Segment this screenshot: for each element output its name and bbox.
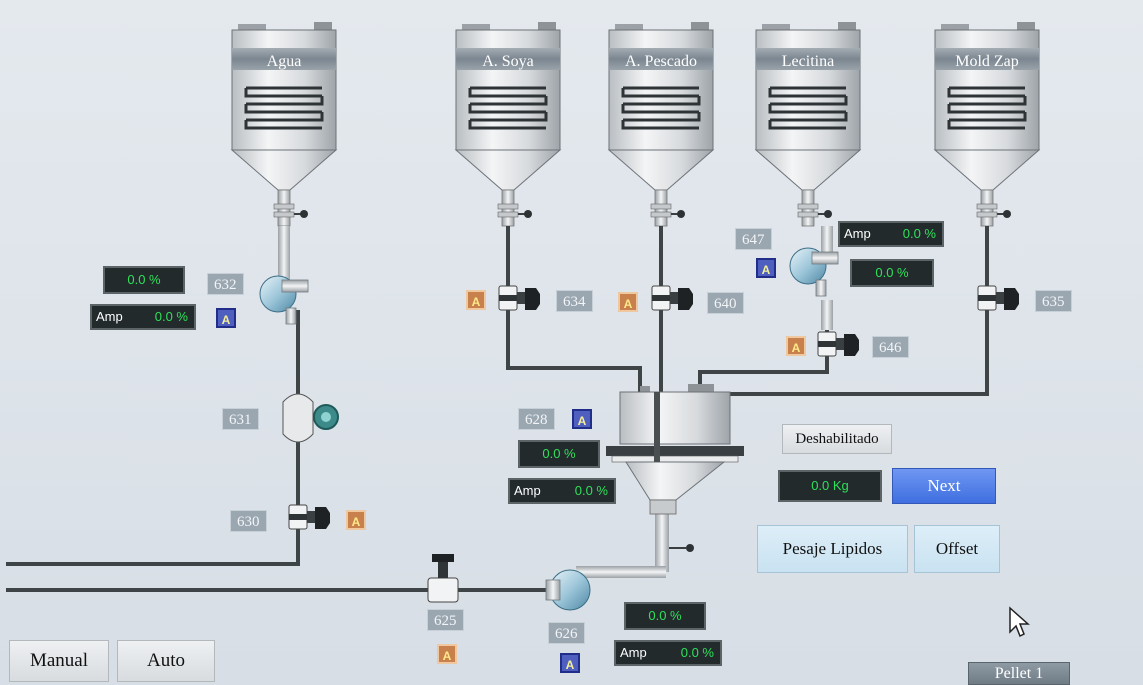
amp-value: 0.0 % — [574, 483, 608, 498]
amp-value: 0.0 % — [680, 645, 714, 660]
tank-pescado-label: A. Pescado — [625, 53, 697, 70]
mode-indicator-628[interactable]: A — [572, 409, 592, 429]
manual-valve-lecitina[interactable] — [797, 189, 833, 227]
tag-640: 640 — [707, 292, 744, 314]
tank-lecitina — [754, 20, 862, 192]
mode-indicator-626[interactable]: A — [560, 653, 580, 673]
speed-display-628: 0.0 % — [518, 440, 600, 468]
speed-display-626: 0.0 % — [624, 602, 706, 630]
valve-630[interactable] — [288, 504, 331, 530]
process-diagram: Agua A. Soya A. Pescado Lecitina Mold Za… — [6, 20, 1041, 611]
tag-626: 626 — [548, 622, 585, 644]
tank-soya-label: A. Soya — [482, 53, 534, 70]
amp-display-626: Amp 0.0 % — [614, 640, 722, 666]
tag-625: 625 — [427, 609, 464, 631]
speed-display-647: 0.0 % — [850, 259, 934, 287]
amp-label: Amp — [96, 309, 123, 324]
tank-pescado — [607, 20, 715, 192]
tank-agua — [230, 20, 338, 192]
tag-628: 628 — [518, 408, 555, 430]
manual-valve-mold-zap[interactable] — [976, 189, 1012, 227]
manual-valve-pescado[interactable] — [650, 189, 686, 227]
amp-display-632: Amp 0.0 % — [90, 304, 196, 330]
deshabilitado-button[interactable]: Deshabilitado — [782, 424, 892, 454]
mode-indicator-632[interactable]: A — [216, 308, 236, 328]
mode-indicator-647[interactable]: A — [756, 258, 776, 278]
valve-646[interactable] — [817, 331, 860, 357]
manual-valve-soya[interactable] — [497, 189, 533, 227]
amp-display-647: Amp 0.0 % — [838, 221, 944, 247]
tag-646: 646 — [872, 336, 909, 358]
manual-valve-agua[interactable] — [273, 189, 309, 227]
manual-button[interactable]: Manual — [9, 640, 109, 682]
tag-647: 647 — [735, 228, 772, 250]
tag-634: 634 — [556, 290, 593, 312]
amp-value: 0.0 % — [154, 309, 188, 324]
next-button[interactable]: Next — [892, 468, 996, 504]
auto-button[interactable]: Auto — [117, 640, 215, 682]
valve-640[interactable] — [651, 285, 694, 311]
pump-647[interactable] — [789, 247, 839, 297]
valve-635[interactable] — [977, 285, 1020, 311]
weight-display: 0.0 Kg — [778, 470, 882, 502]
tank-lecitina-label: Lecitina — [782, 53, 834, 70]
offset-button[interactable]: Offset — [914, 525, 1000, 573]
amp-label: Amp — [514, 483, 541, 498]
amp-value: 0.0 % — [902, 226, 936, 241]
amp-display-628: Amp 0.0 % — [508, 478, 616, 504]
tank-soya — [454, 20, 562, 192]
tank-mold-zap-label: Mold Zap — [955, 53, 1019, 70]
mixer-hopper — [606, 384, 744, 552]
amp-label: Amp — [620, 645, 647, 660]
amp-label: Amp — [844, 226, 871, 241]
tag-632: 632 — [207, 273, 244, 295]
pump-626[interactable] — [545, 569, 591, 611]
valve-625[interactable] — [427, 554, 459, 603]
pellet-button[interactable]: Pellet 1 — [968, 662, 1070, 685]
mode-indicator-625[interactable]: A — [437, 644, 457, 664]
mode-indicator-640[interactable]: A — [618, 292, 638, 312]
tank-mold-zap — [933, 20, 1041, 192]
valve-634[interactable] — [498, 285, 541, 311]
mode-indicator-646[interactable]: A — [786, 336, 806, 356]
pump-632[interactable] — [259, 275, 309, 325]
tag-630: 630 — [230, 510, 267, 532]
mode-indicator-630[interactable]: A — [346, 510, 366, 530]
mouse-cursor-icon — [1009, 606, 1030, 638]
mode-indicator-634[interactable]: A — [466, 290, 486, 310]
tank-agua-label: Agua — [267, 53, 302, 70]
pesaje-lipidos-button[interactable]: Pesaje Lipidos — [757, 525, 908, 573]
speed-display-632: 0.0 % — [103, 266, 185, 294]
flow-meter-631 — [282, 393, 339, 443]
tag-635: 635 — [1035, 290, 1072, 312]
tag-631: 631 — [222, 408, 259, 430]
